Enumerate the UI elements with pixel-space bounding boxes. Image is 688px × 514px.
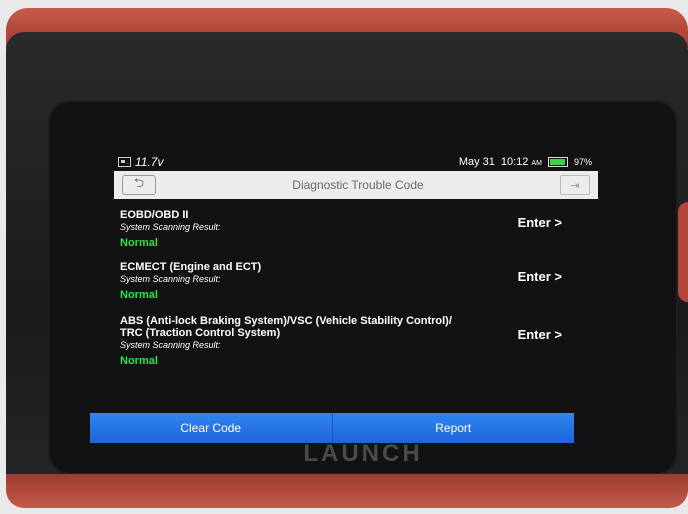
screen-bezel: LAUNCH 11.7v May 31 10:12 AM 97% ⮌ Diagn… (48, 100, 678, 475)
device-bottom-edge (6, 474, 688, 508)
brand-logo: LAUNCH (303, 440, 423, 467)
status-date: May 31 (458, 156, 495, 168)
screen: 11.7v May 31 10:12 AM 97% ⮌ Diagnostic T… (114, 153, 598, 433)
status-ampm: AM (531, 160, 542, 167)
system-row-abs[interactable]: ABS (Anti-lock Braking System)/VSC (Vehi… (114, 305, 598, 371)
scan-status: Normal (120, 289, 158, 301)
status-bar: 11.7v May 31 10:12 AM 97% (114, 153, 598, 171)
system-list: EOBD/OBD II System Scanning Result: Norm… (114, 203, 598, 371)
device-body: LAUNCH 11.7v May 31 10:12 AM 97% ⮌ Diagn… (6, 32, 688, 492)
enter-button[interactable]: Enter > (518, 327, 562, 342)
battery-fill (549, 159, 566, 165)
battery-voltage: 11.7v (135, 155, 164, 169)
title-bar: ⮌ Diagnostic Trouble Code ⇥ (114, 171, 598, 199)
back-arrow-icon: ⮌ (133, 175, 145, 190)
device-side-accent (678, 202, 688, 302)
battery-percent: 97% (573, 157, 592, 167)
enter-button[interactable]: Enter > (518, 215, 562, 230)
exit-button[interactable]: ⇥ (560, 175, 590, 195)
status-time: 10:12 AM (501, 156, 542, 168)
system-row-eobd[interactable]: EOBD/OBD II System Scanning Result: Norm… (114, 203, 598, 253)
system-name: ABS (Anti-lock Braking System)/VSC (Vehi… (120, 315, 452, 327)
system-row-ecmect[interactable]: ECMECT (Engine and ECT) System Scanning … (114, 253, 598, 305)
exit-icon: ⇥ (570, 179, 580, 192)
report-button[interactable]: Report (331, 413, 574, 443)
scan-status: Normal (120, 237, 158, 249)
clear-code-button[interactable]: Clear Code (90, 413, 332, 443)
screenshot-icon (118, 157, 131, 167)
page-title: Diagnostic Trouble Code (292, 178, 424, 192)
back-button[interactable]: ⮌ (122, 175, 156, 195)
enter-button[interactable]: Enter > (518, 269, 562, 284)
scan-status: Normal (120, 355, 158, 367)
battery-icon (547, 157, 568, 167)
status-time-value: 10:12 (500, 156, 529, 168)
action-bar: Clear Code Report (90, 413, 574, 443)
